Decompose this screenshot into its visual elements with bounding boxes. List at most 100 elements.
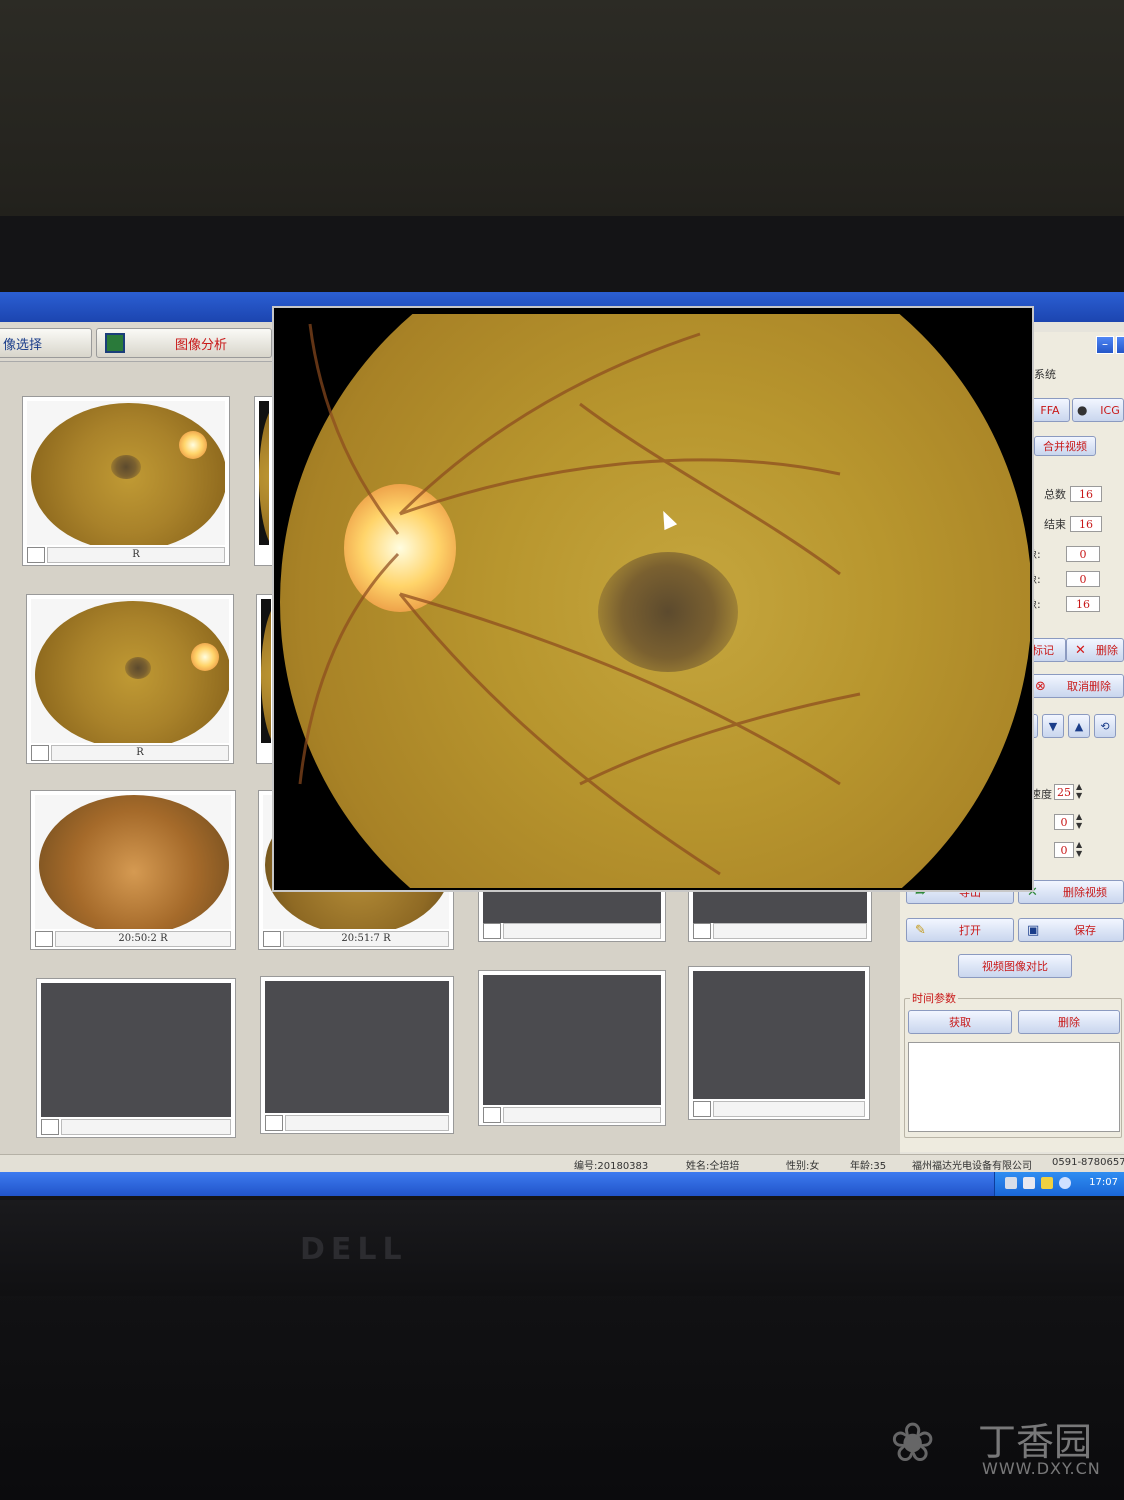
- save-disk-icon: ▣: [1027, 922, 1040, 938]
- patient-id: 编号:20180383: [574, 1161, 649, 1172]
- fundus-viewer[interactable]: [272, 306, 1034, 892]
- image-count-field[interactable]: 16: [1066, 596, 1100, 612]
- thumbnail-checkbox[interactable]: [693, 1101, 711, 1117]
- thumbnail-caption: 20:51:7 R: [283, 931, 449, 947]
- image-count-field[interactable]: 0: [1066, 546, 1100, 562]
- company-name: 福州福达光电设备有限公司: [912, 1161, 1032, 1172]
- video-image-compare-label: 视频图像对比: [982, 960, 1048, 973]
- save-button[interactable]: ▣ 保存: [1018, 918, 1124, 942]
- delete-button[interactable]: ✕ 删除: [1066, 638, 1124, 662]
- thumbnail-image: [483, 887, 661, 923]
- end-label: 结束: [1044, 518, 1066, 531]
- thumbnail-image: [261, 599, 271, 743]
- mode-icg-button[interactable]: ● ICG: [1072, 398, 1124, 422]
- tab-bar: 像选择 图像分析: [0, 322, 272, 362]
- thumbnail-checkbox[interactable]: [41, 1119, 59, 1135]
- analysis-icon: [105, 333, 125, 353]
- thumbnail-empty[interactable]: [688, 966, 870, 1120]
- thumbnail-checkbox[interactable]: [27, 547, 45, 563]
- fetch-button[interactable]: 获取: [908, 1010, 1012, 1034]
- step-up-button[interactable]: ▲: [1068, 714, 1090, 738]
- step-down-button[interactable]: ▼: [1042, 714, 1064, 738]
- spin-field-1[interactable]: 0: [1054, 814, 1074, 830]
- thumbnail[interactable]: 20:50:2 R: [30, 790, 236, 950]
- thumbnail-checkbox[interactable]: [483, 1107, 501, 1123]
- time-params-title: 时间参数: [910, 990, 958, 1006]
- watermark: ❀ 丁香园 WWW.DXY.CN: [890, 1405, 1120, 1495]
- network-icon[interactable]: [1005, 1177, 1017, 1189]
- spin-stepper-icon[interactable]: ▲ ▼: [1076, 812, 1082, 830]
- merge-video-button[interactable]: 合并视频: [1034, 436, 1096, 456]
- spin-stepper-icon[interactable]: ▲ ▼: [1076, 840, 1082, 858]
- thumbnail-checkbox[interactable]: [693, 923, 711, 939]
- open-label: 打开: [959, 924, 981, 937]
- thumbnail-image: [693, 887, 867, 923]
- speed-stepper-icon[interactable]: ▲ ▼: [1076, 782, 1082, 800]
- thumbnail-caption: [285, 1115, 449, 1131]
- time-params-list[interactable]: [908, 1042, 1120, 1132]
- end-field[interactable]: 16: [1070, 516, 1102, 532]
- thumbnail-checkbox[interactable]: [263, 931, 281, 947]
- thumbnail-image: [693, 971, 865, 1099]
- volume-icon[interactable]: [1059, 1177, 1071, 1189]
- thumbnail-caption: [503, 923, 661, 939]
- thumbnail-caption: [503, 1107, 661, 1123]
- cancel-icon: ⊗: [1035, 678, 1046, 694]
- thumbnail-image: [259, 401, 269, 545]
- thumbnail-caption: R: [47, 547, 225, 563]
- system-tray: 17:07: [994, 1172, 1124, 1196]
- total-label: 总数: [1044, 488, 1066, 501]
- thumbnail-checkbox[interactable]: [483, 923, 501, 939]
- save-label: 保存: [1074, 924, 1096, 937]
- fundus-image: [280, 314, 1030, 888]
- minimize-button[interactable]: –: [1096, 336, 1114, 354]
- tab-image-analysis[interactable]: 图像分析: [96, 328, 272, 358]
- mode-ffa-label: FFA: [1040, 403, 1060, 417]
- thumbnail-image: [27, 401, 225, 545]
- loop-button[interactable]: ⟲: [1094, 714, 1116, 738]
- patient-age: 年龄:35: [850, 1161, 887, 1172]
- video-image-compare-button[interactable]: 视频图像对比: [958, 954, 1072, 978]
- spin-field-2[interactable]: 0: [1054, 842, 1074, 858]
- watermark-url: WWW.DXY.CN: [982, 1459, 1101, 1478]
- cancel-delete-button[interactable]: ⊗ 取消删除: [1026, 674, 1124, 698]
- thumbnail-image: [483, 975, 661, 1105]
- tab-image-select[interactable]: 像选择: [0, 328, 92, 358]
- thumbnail[interactable]: R: [22, 396, 230, 566]
- thumbnail-checkbox[interactable]: [31, 745, 49, 761]
- thumbnail-caption: 20:50:2 R: [55, 931, 231, 947]
- open-folder-icon: ✎: [915, 922, 926, 938]
- monitor-bezel-bottom: DELL: [0, 1200, 1124, 1296]
- up-icon: ▲: [1074, 719, 1084, 733]
- tab-image-select-label: 像选择: [3, 337, 43, 353]
- thumbnail-checkbox[interactable]: [265, 1115, 283, 1131]
- thumbnail[interactable]: [254, 396, 274, 566]
- image-count-field[interactable]: 0: [1066, 571, 1100, 587]
- window-control-button[interactable]: [1116, 336, 1124, 354]
- thumbnail[interactable]: R: [26, 594, 234, 764]
- thumbnail-checkbox[interactable]: [35, 931, 53, 947]
- watermark-logo-icon: ❀: [890, 1411, 936, 1474]
- speed-field[interactable]: 25: [1054, 784, 1074, 800]
- thumbnail-caption: [61, 1119, 231, 1135]
- tab-image-analysis-label: 图像分析: [175, 337, 228, 353]
- thumbnail-caption: R: [51, 745, 229, 761]
- cancel-delete-label: 取消删除: [1067, 680, 1111, 693]
- thumbnail-empty[interactable]: [36, 978, 236, 1138]
- total-field[interactable]: 16: [1070, 486, 1102, 502]
- thumbnail-caption: [713, 1101, 865, 1117]
- system-title: 系统: [1034, 368, 1056, 381]
- watermark-name: 丁香园: [978, 1420, 1093, 1464]
- open-button[interactable]: ✎ 打开: [906, 918, 1014, 942]
- fetch-label: 获取: [949, 1016, 971, 1029]
- mode-ffa-button[interactable]: FFA: [1030, 398, 1070, 422]
- down-icon: ▼: [1048, 719, 1058, 733]
- patient-name: 姓名:仝培培: [686, 1161, 740, 1172]
- thumbnail-empty[interactable]: [260, 976, 454, 1134]
- clock: 17:07: [1089, 1177, 1118, 1188]
- help-icon[interactable]: [1023, 1177, 1035, 1189]
- thumbnail-empty[interactable]: [478, 970, 666, 1126]
- shield-icon[interactable]: [1041, 1177, 1053, 1189]
- time-delete-button[interactable]: 删除: [1018, 1010, 1120, 1034]
- thumbnail-image: [31, 599, 229, 743]
